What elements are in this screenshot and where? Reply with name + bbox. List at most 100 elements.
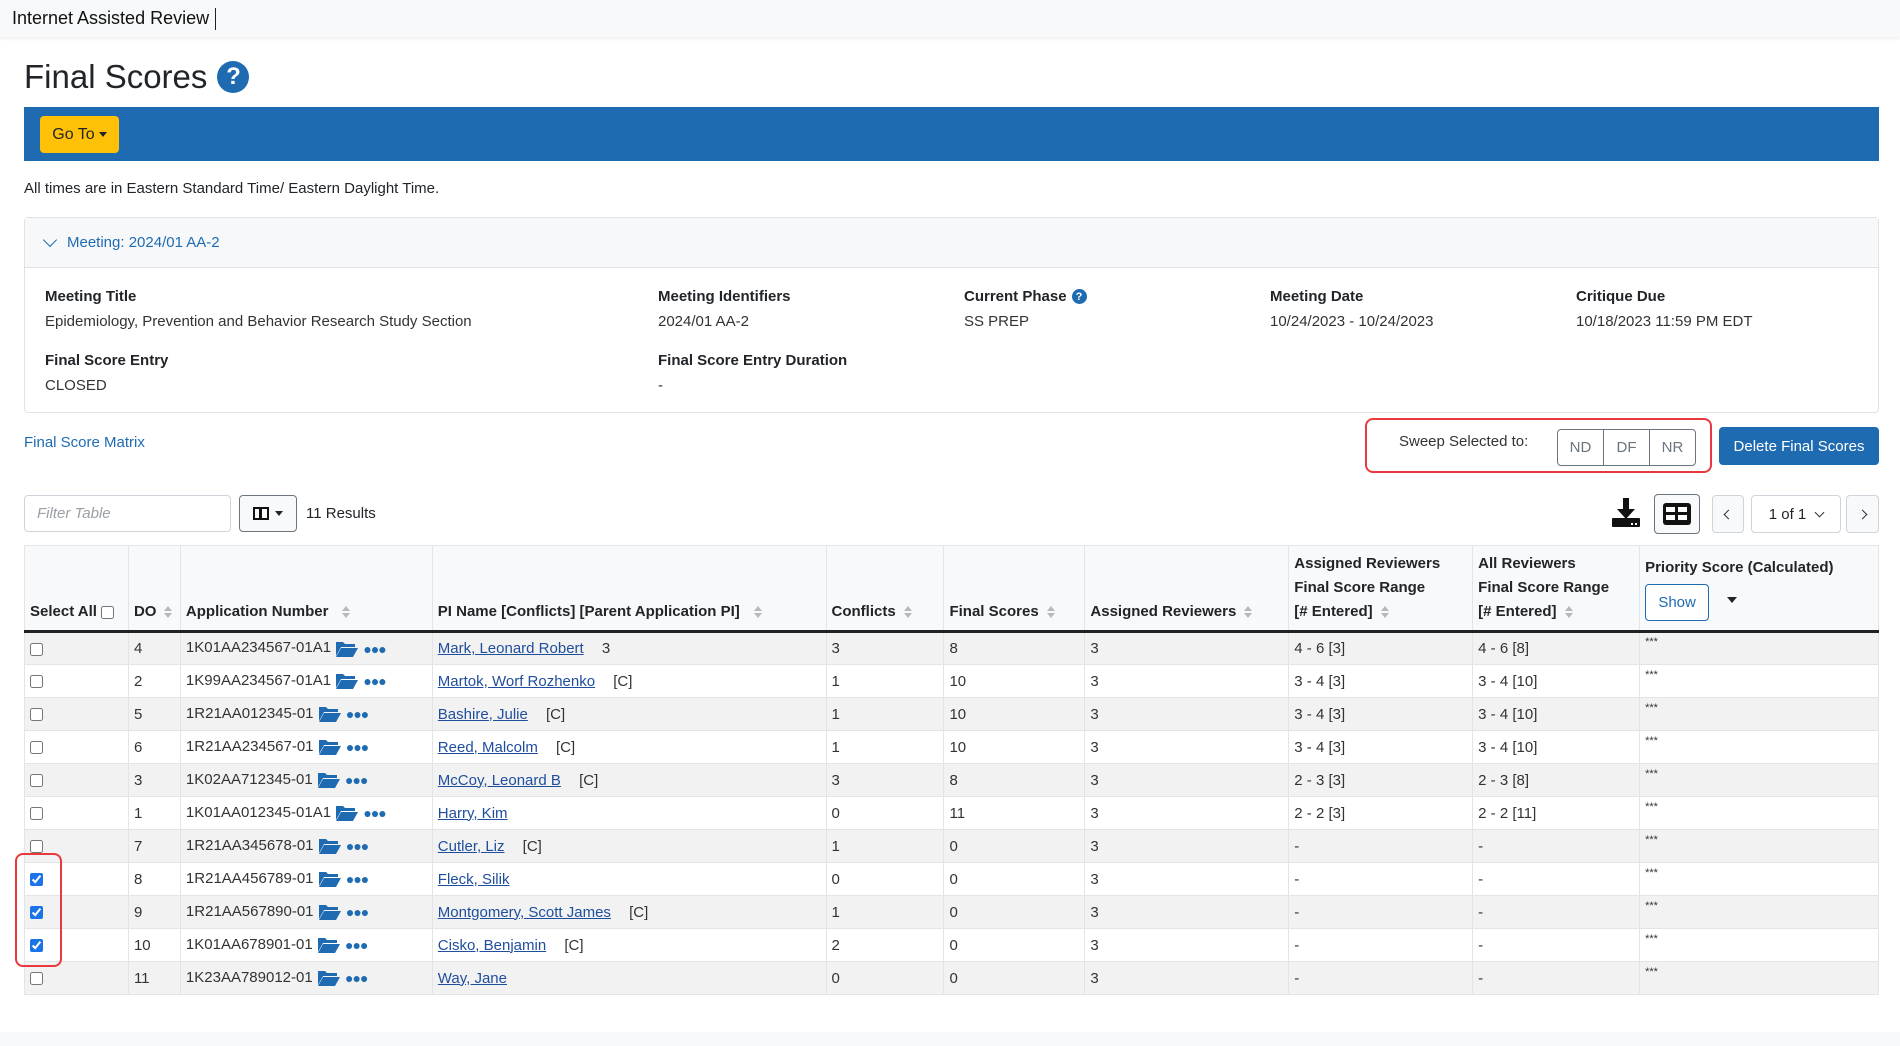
table-row: 3 1K02AA712345-01 ●●● McCoy, Leonard B [… [24, 763, 1879, 797]
field-value: SS PREP [964, 313, 1030, 330]
all-range-header[interactable]: All Reviewers Final Score Range [# Enter… [1472, 545, 1640, 633]
pi-name-link[interactable]: Mark, Leonard Robert [438, 640, 584, 657]
all-range-cell: - [1472, 961, 1640, 995]
select-cell [24, 730, 129, 764]
download-icon[interactable] [1610, 496, 1642, 528]
delete-final-scores-button[interactable]: Delete Final Scores [1719, 427, 1879, 465]
row-checkbox[interactable] [30, 741, 43, 755]
page-indicator: 1 of 1 [1768, 505, 1807, 523]
field-label: Meeting Date [1270, 288, 1364, 305]
go-to-button[interactable]: Go To [40, 116, 119, 153]
header-label: Priority Score (Calculated) [1645, 558, 1834, 576]
row-checkbox[interactable] [30, 873, 43, 887]
pi-name-link[interactable]: Harry, Kim [438, 805, 508, 822]
sweep-df-button[interactable]: DF [1603, 429, 1650, 466]
more-actions-icon[interactable]: ●●● [363, 641, 386, 657]
next-page-button[interactable] [1846, 495, 1879, 533]
row-checkbox[interactable] [30, 774, 43, 788]
header-label: Assigned Reviewers [1294, 555, 1441, 572]
more-actions-icon[interactable]: ●●● [346, 838, 369, 854]
row-checkbox[interactable] [30, 972, 43, 986]
pi-name-link[interactable]: Reed, Malcolm [438, 739, 538, 756]
table-layout-button[interactable] [1654, 494, 1700, 534]
priority-score-header: Priority Score (Calculated) Show [1639, 545, 1879, 633]
application-number-header[interactable]: Application Number [179, 545, 433, 633]
table-row: 5 1R21AA012345-01 ●●● Bashire, Julie [C]… [24, 697, 1879, 731]
meeting-title-field: Meeting Title Epidemiology, Prevention a… [45, 288, 472, 330]
meeting-header-prefix: Meeting: [67, 234, 125, 251]
assigned-range-header[interactable]: Assigned Reviewers Final Score Range [# … [1288, 545, 1473, 633]
question-circle-icon[interactable]: ? [1071, 289, 1087, 304]
more-actions-icon[interactable]: ●●● [363, 805, 386, 821]
more-actions-icon[interactable]: ●●● [346, 739, 369, 755]
row-checkbox[interactable] [30, 906, 43, 920]
column-visibility-button[interactable] [239, 495, 297, 532]
row-checkbox[interactable] [30, 642, 43, 656]
folder-open-icon[interactable] [317, 969, 341, 987]
folder-open-icon[interactable] [335, 804, 359, 822]
sweep-nr-button[interactable]: NR [1649, 429, 1696, 466]
select-cell [24, 862, 129, 896]
sweep-nd-button[interactable]: ND [1557, 429, 1604, 466]
caret-down-icon [275, 511, 283, 516]
row-checkbox[interactable] [30, 675, 43, 689]
more-actions-icon[interactable]: ●●● [345, 970, 368, 986]
folder-open-icon[interactable] [317, 936, 341, 954]
assigned-range-cell: 2 - 3 [3] [1288, 763, 1473, 797]
pi-name-link[interactable]: McCoy, Leonard B [438, 772, 561, 789]
page-select[interactable]: 1 of 1 [1751, 495, 1841, 533]
folder-open-icon[interactable] [318, 903, 342, 921]
more-actions-icon[interactable]: ●●● [363, 673, 386, 689]
pi-name-link[interactable]: Montgomery, Scott James [438, 904, 611, 921]
folder-open-icon[interactable] [318, 870, 342, 888]
row-checkbox[interactable] [30, 939, 43, 953]
caret-down-icon[interactable] [1727, 597, 1738, 603]
folder-open-icon[interactable] [335, 640, 359, 658]
conflicts-header[interactable]: Conflicts [825, 545, 944, 633]
row-checkbox[interactable] [30, 840, 43, 854]
folder-open-icon[interactable] [335, 672, 359, 690]
pi-name-link[interactable]: Way, Jane [438, 970, 507, 987]
select-all-label: Select All [30, 603, 97, 620]
previous-page-button[interactable] [1712, 495, 1744, 533]
folder-open-icon[interactable] [318, 738, 342, 756]
assigned-range-cell: - [1288, 862, 1473, 896]
filter-table-input[interactable] [24, 495, 231, 532]
conflicts-cell: 1 [825, 730, 944, 764]
pi-name-link[interactable]: Fleck, Silik [438, 871, 510, 888]
pi-name-header[interactable]: PI Name [Conflicts] [Parent Application … [431, 545, 827, 633]
select-all-checkbox[interactable] [101, 605, 115, 619]
meeting-accordion-toggle[interactable]: Meeting: 2024/01 AA-2 [25, 218, 1878, 268]
assigned-reviewers-header[interactable]: Assigned Reviewers [1084, 545, 1289, 633]
priority-score-value: *** [1645, 668, 1658, 681]
header-label: [# Entered] [1294, 603, 1373, 620]
final-scores-header[interactable]: Final Scores [943, 545, 1085, 633]
field-label: Current Phase [964, 288, 1067, 305]
pi-name-link[interactable]: Cisko, Benjamin [438, 937, 546, 954]
assigned-reviewers-cell: 3 [1084, 961, 1289, 995]
header-label: Application Number [185, 603, 329, 620]
pi-name-cell: Mark, Leonard Robert 3 [431, 631, 827, 665]
pi-name-link[interactable]: Cutler, Liz [438, 838, 505, 855]
more-actions-icon[interactable]: ●●● [346, 706, 369, 722]
more-actions-icon[interactable]: ●●● [345, 937, 368, 953]
final-score-matrix-link[interactable]: Final Score Matrix [24, 434, 145, 451]
question-circle-icon[interactable]: ? [217, 61, 250, 93]
application-number: 1R21AA234567-01 [185, 737, 314, 755]
show-priority-button[interactable]: Show [1645, 583, 1710, 621]
more-actions-icon[interactable]: ●●● [346, 871, 369, 887]
row-checkbox[interactable] [30, 807, 43, 821]
folder-open-icon[interactable] [318, 705, 342, 723]
footer-band [0, 1032, 1900, 1046]
pi-name-link[interactable]: Bashire, Julie [438, 706, 528, 723]
more-actions-icon[interactable]: ●●● [345, 772, 368, 788]
folder-open-icon[interactable] [318, 837, 342, 855]
row-checkbox[interactable] [30, 708, 43, 722]
pi-name-link[interactable]: Martok, Worf Rozhenko [438, 673, 595, 690]
application-number-cell: 1K99AA234567-01A1 ●●● [179, 664, 433, 698]
more-actions-icon[interactable]: ●●● [346, 904, 369, 920]
assigned-reviewers-cell: 3 [1084, 763, 1289, 797]
do-header[interactable]: DO [127, 545, 181, 633]
folder-open-icon[interactable] [317, 771, 341, 789]
priority-score-value: *** [1645, 767, 1658, 780]
